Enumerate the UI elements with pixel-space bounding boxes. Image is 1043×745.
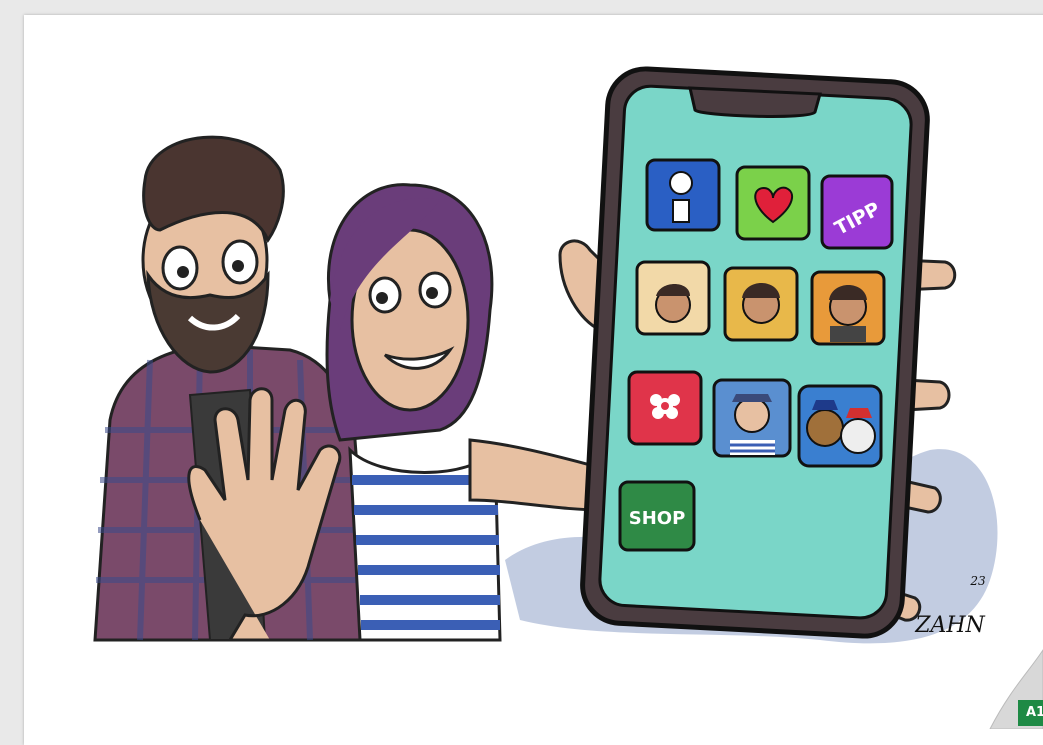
smartphone: [580, 66, 930, 639]
illustration: TIPP SHOP ZAHN 23: [93, 66, 1043, 729]
app-icon-paw-patrol[interactable]: [797, 384, 883, 468]
phone-notch: [688, 86, 822, 118]
app-icon-heart[interactable]: [735, 165, 811, 241]
app-icon-sailor[interactable]: [712, 378, 792, 458]
app-icon-child-1[interactable]: [635, 260, 711, 336]
app-icon-album[interactable]: [627, 370, 703, 446]
app-icon-shop[interactable]: SHOP: [618, 480, 696, 552]
corner-badge[interactable]: A1: [1018, 700, 1043, 726]
shop-label: SHOP: [629, 508, 686, 529]
signature-year: 23: [969, 574, 986, 588]
artist-signature: ZAHN: [914, 613, 985, 638]
app-icon-child-3[interactable]: [810, 270, 886, 346]
app-icon-baby-info[interactable]: [645, 158, 721, 232]
app-icon-child-2[interactable]: [723, 266, 799, 342]
app-icon-tipp[interactable]: TIPP: [820, 174, 894, 250]
